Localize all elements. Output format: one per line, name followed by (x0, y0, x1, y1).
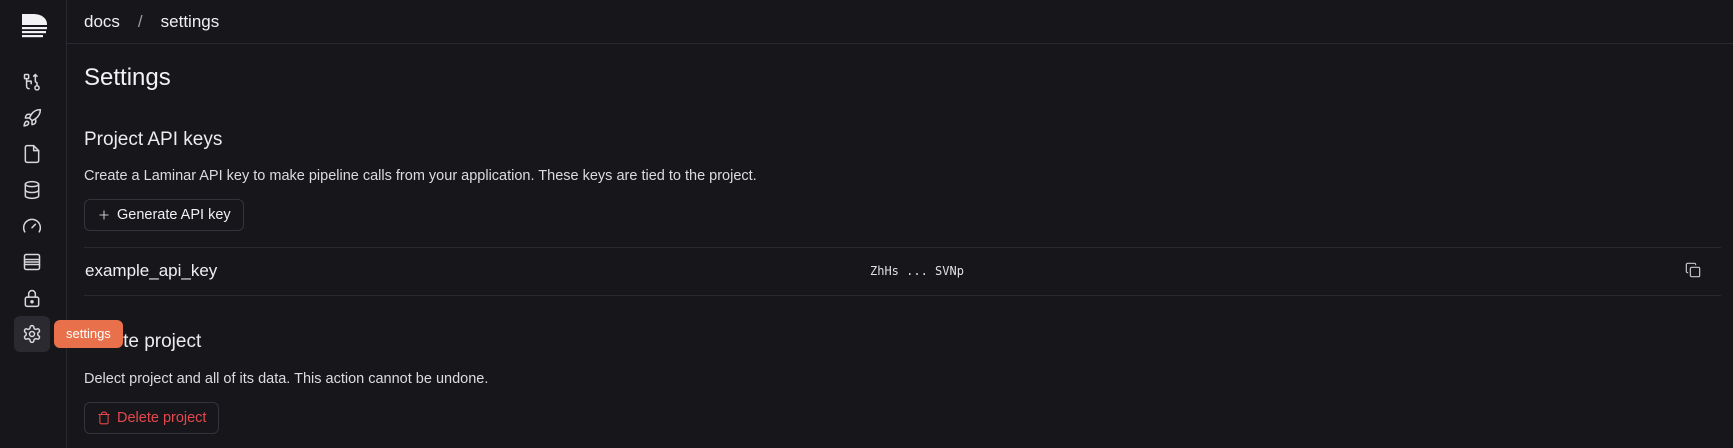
breadcrumb-project-link[interactable]: docs (84, 12, 120, 32)
sidebar-item-env-vars[interactable] (14, 280, 50, 316)
database-icon (24, 180, 40, 200)
breadcrumb-separator: / (137, 11, 143, 31)
sidebar (0, 0, 67, 448)
sidebar-item-evaluations[interactable] (14, 208, 50, 244)
rocket-icon (23, 108, 42, 127)
api-key-value: ZhHs ... SVNp (870, 264, 964, 278)
sidebar-item-datasets[interactable] (14, 172, 50, 208)
table-icon (23, 253, 41, 271)
sidebar-item-pipelines[interactable] (14, 64, 50, 100)
api-keys-description: Create a Laminar API key to make pipelin… (84, 168, 757, 184)
breadcrumb: docs / settings (67, 0, 1733, 44)
app-window: settings docs / settings Settings Projec… (0, 0, 1733, 448)
breadcrumb-current-page: settings (160, 11, 220, 31)
delete-project-button[interactable]: Delete project (84, 402, 220, 434)
sidebar-item-settings[interactable] (14, 316, 50, 352)
delete-project-description: Delect project and all of its data. This… (84, 371, 489, 387)
sidebar-item-deployments[interactable] (14, 100, 50, 136)
sidebar-item-tables[interactable] (14, 244, 50, 280)
api-keys-section-title: Project API keys (84, 129, 223, 150)
api-key-row: example_api_key ZhHs ... SVNp (84, 247, 1721, 296)
sidebar-item-documents[interactable] (14, 136, 50, 172)
page-title: Settings (84, 64, 171, 91)
main-content: Settings Project API keys Create a Lamin… (84, 44, 1721, 448)
lock-icon (24, 289, 40, 308)
laminar-logo-icon[interactable] (19, 12, 49, 40)
gear-icon (23, 324, 41, 344)
api-key-name: example_api_key (85, 261, 218, 280)
pipeline-icon (23, 73, 40, 91)
generate-api-key-label: Generate API key (117, 207, 231, 223)
plus-icon (99, 210, 109, 220)
generate-api-key-button[interactable]: Generate API key (84, 199, 244, 231)
copy-icon (1685, 262, 1701, 278)
copy-api-key-button[interactable] (1685, 262, 1705, 282)
file-icon (24, 144, 40, 164)
gauge-icon (22, 218, 42, 233)
settings-tooltip: settings (54, 320, 123, 348)
trash-icon (98, 411, 110, 425)
delete-project-label: Delete project (117, 410, 207, 426)
